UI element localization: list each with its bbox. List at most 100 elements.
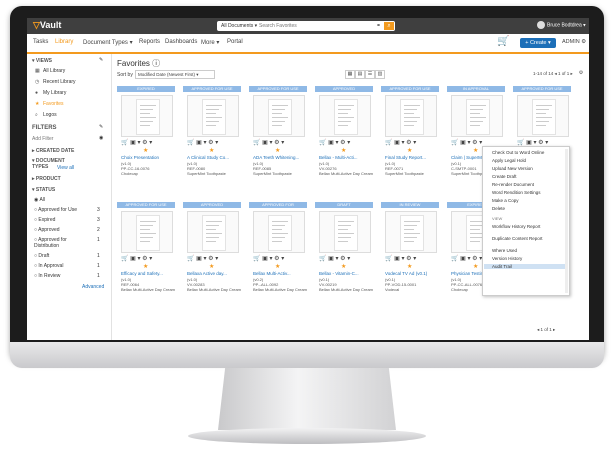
sidebar-item-logos[interactable]: ⌕ Logos [35, 112, 57, 118]
document-thumbnail[interactable] [385, 95, 437, 137]
document-card[interactable]: APPROVED FOR USE 🛒 ▣ ▾ ⚙ ▾ ★ ADA Teeth Whit… [249, 86, 307, 196]
document-title[interactable]: Efficacy and Safety... [121, 271, 175, 276]
product-section[interactable]: ▸ PRODUCT [32, 176, 61, 182]
view-all-link[interactable]: View all [57, 165, 74, 171]
document-card[interactable]: APPROVED FOR USE 🛒 ▣ ▾ ⚙ ▾ ★ Efficacy and S… [117, 202, 175, 312]
status-filter[interactable]: ○ Approved [34, 227, 60, 233]
status-filter-all[interactable]: ◉ All [34, 197, 45, 203]
status-filter[interactable]: ○ Draft [34, 253, 49, 259]
sidebar-item-recent-library[interactable]: ◷ Recent Library [35, 79, 76, 85]
document-card[interactable]: IN REVIEW 🛒 ▣ ▾ ⚙ ▾ ★ Vodecal TV Ad (v0.1)(… [381, 202, 439, 312]
status-filter[interactable]: ○ In Review [34, 273, 60, 279]
document-thumbnail[interactable] [121, 211, 173, 253]
add-filter-input[interactable]: Add Filter [32, 136, 53, 142]
document-title[interactable]: Bellaxa Active day... [187, 271, 241, 276]
pagination[interactable]: 1-14 of 14 ◂ 1 of 1 ▸ [533, 71, 573, 77]
card-actions[interactable]: 🛒 ▣ ▾ ⚙ ▾ [517, 139, 548, 146]
document-title[interactable]: Choix Presentation [121, 155, 175, 160]
card-actions[interactable]: 🛒 ▣ ▾ ⚙ ▾ [385, 139, 416, 146]
document-thumbnail[interactable] [253, 211, 305, 253]
document-title[interactable]: Final Study Report... [385, 155, 439, 160]
document-thumbnail[interactable] [319, 211, 371, 253]
document-title[interactable]: A Clinical Study Co... [187, 155, 241, 160]
document-title[interactable]: Bellax Multi-Activ... [253, 271, 307, 276]
user-menu[interactable]: Bruce Bodtdrea ▾ [537, 21, 586, 29]
eye-icon[interactable]: ◉ [99, 135, 103, 141]
nav-tasks[interactable]: Tasks [33, 39, 48, 45]
sidebar-item-favorites[interactable]: ★ Favorites [35, 101, 64, 107]
menu-item[interactable]: Delete [492, 206, 566, 211]
document-card[interactable]: APPROVED 🛒 ▣ ▾ ⚙ ▾ ★ Bellaxa Active day...(… [183, 202, 241, 312]
menu-item[interactable]: Version History [492, 256, 566, 261]
menu-item[interactable]: Workflow History Report [492, 224, 566, 229]
search-bar[interactable]: All Documents ▾ Search Favorites ⚭ ⌕ [217, 21, 395, 31]
document-thumbnail[interactable] [121, 95, 173, 137]
search-options-icon[interactable]: ⚭ [376, 22, 381, 29]
nav-reports[interactable]: Reports [139, 39, 160, 45]
search-icon[interactable]: ⌕ [384, 22, 394, 30]
document-thumbnail[interactable] [385, 211, 437, 253]
document-card[interactable]: APPROVED 🛒 ▣ ▾ ⚙ ▾ ★ Bellax - Multi-Acti...… [315, 86, 373, 196]
document-thumbnail[interactable] [187, 95, 239, 137]
settings-icon[interactable]: ⚙ [577, 70, 585, 77]
admin-link[interactable]: ADMIN ⚙ [562, 39, 586, 45]
favorite-star-icon[interactable]: ★ [275, 147, 280, 154]
menu-item[interactable]: Check Out to Word Online [492, 150, 566, 155]
create-button[interactable]: + Create ▾ [520, 38, 556, 48]
document-card[interactable]: APPROVED FOR DISTRIBUTION🛒 ▣ ▾ ⚙ ▾★Bella… [249, 202, 307, 312]
card-actions[interactable]: 🛒 ▣ ▾ ⚙ ▾ [319, 255, 350, 262]
menu-item[interactable]: Make a Copy [492, 198, 566, 203]
status-filter[interactable]: ○ In Approval [34, 263, 63, 269]
edit-views-icon[interactable]: ✎ [99, 57, 103, 63]
menu-item[interactable]: Apply Legal Hold [492, 158, 566, 163]
cart-icon[interactable]: 🛒 [497, 36, 509, 47]
card-actions[interactable]: 🛒 ▣ ▾ ⚙ ▾ [187, 255, 218, 262]
document-thumbnail[interactable] [319, 95, 371, 137]
card-actions[interactable]: 🛒 ▣ ▾ ⚙ ▾ [253, 139, 284, 146]
document-card[interactable]: APPROVED FOR USE 🛒 ▣ ▾ ⚙ ▾ ★ A Clinical Stu… [183, 86, 241, 196]
document-card[interactable]: APPROVED FOR USE 🛒 ▣ ▾ ⚙ ▾ ★ Final Study Re… [381, 86, 439, 196]
favorite-star-icon[interactable]: ★ [407, 263, 412, 270]
grid-view-icon[interactable]: ▦ [345, 70, 355, 79]
card-actions[interactable]: 🛒 ▣ ▾ ⚙ ▾ [319, 139, 350, 146]
views-header[interactable]: ▾ VIEWS [32, 58, 52, 64]
menu-item[interactable]: Re-render Document [492, 182, 566, 187]
favorite-star-icon[interactable]: ★ [407, 147, 412, 154]
nav-dashboards[interactable]: Dashboards [165, 39, 197, 45]
menu-item[interactable]: Where Used [492, 248, 566, 253]
search-input[interactable]: Search Favorites [259, 23, 297, 29]
favorite-star-icon[interactable]: ★ [341, 263, 346, 270]
detail-view-icon[interactable]: ▥ [375, 70, 385, 79]
status-filter[interactable]: ○ Approved for Distribution [34, 237, 84, 249]
nav-document-types[interactable]: Document Types ▾ [83, 39, 133, 46]
document-card[interactable]: EXPIRED 🛒 ▣ ▾ ⚙ ▾ ★ Choix Presentation (v1.0… [117, 86, 175, 196]
card-actions[interactable]: 🛒 ▣ ▾ ⚙ ▾ [121, 139, 152, 146]
favorite-star-icon[interactable]: ★ [473, 263, 478, 270]
bottom-pagination[interactable]: ◂ 1 of 1 ▸ [537, 327, 555, 333]
menu-item[interactable]: Duplicate Content Report [492, 236, 566, 241]
favorite-star-icon[interactable]: ★ [143, 147, 148, 154]
favorite-star-icon[interactable]: ★ [143, 263, 148, 270]
nav-more[interactable]: More ▾ [201, 39, 219, 46]
card-actions[interactable]: 🛒 ▣ ▾ ⚙ ▾ [385, 255, 416, 262]
status-filter[interactable]: ○ Approved for Use [34, 207, 77, 213]
document-title[interactable]: Bellax - Vitamin-C... [319, 271, 373, 276]
menu-item[interactable]: Upload New Version [492, 166, 566, 171]
menu-item[interactable]: Audit Trail [484, 264, 565, 269]
document-title[interactable]: Bellax - Multi-Acti... [319, 155, 373, 160]
menu-item[interactable]: Create Draft [492, 174, 566, 179]
search-scope-dropdown[interactable]: All Documents ▾ [221, 23, 257, 29]
document-thumbnail[interactable] [187, 211, 239, 253]
favorite-star-icon[interactable]: ★ [209, 263, 214, 270]
sidebar-item-my-library[interactable]: ● My Library [35, 90, 66, 96]
sidebar-item-all-library[interactable]: ▦ All Library [35, 68, 65, 74]
favorite-star-icon[interactable]: ★ [275, 263, 280, 270]
nav-portal[interactable]: Portal [227, 39, 243, 45]
tile-view-icon[interactable]: ▤ [355, 70, 365, 79]
card-actions[interactable]: 🛒 ▣ ▾ ⚙ ▾ [187, 139, 218, 146]
favorite-star-icon[interactable]: ★ [341, 147, 346, 154]
card-actions[interactable]: 🛒 ▣ ▾ ⚙ ▾ [121, 255, 152, 262]
card-actions[interactable]: 🛒 ▣ ▾ ⚙ ▾ [451, 255, 482, 262]
document-title[interactable]: ADA Teeth Whitening... [253, 155, 307, 160]
status-section[interactable]: ▾ STATUS [32, 187, 55, 193]
